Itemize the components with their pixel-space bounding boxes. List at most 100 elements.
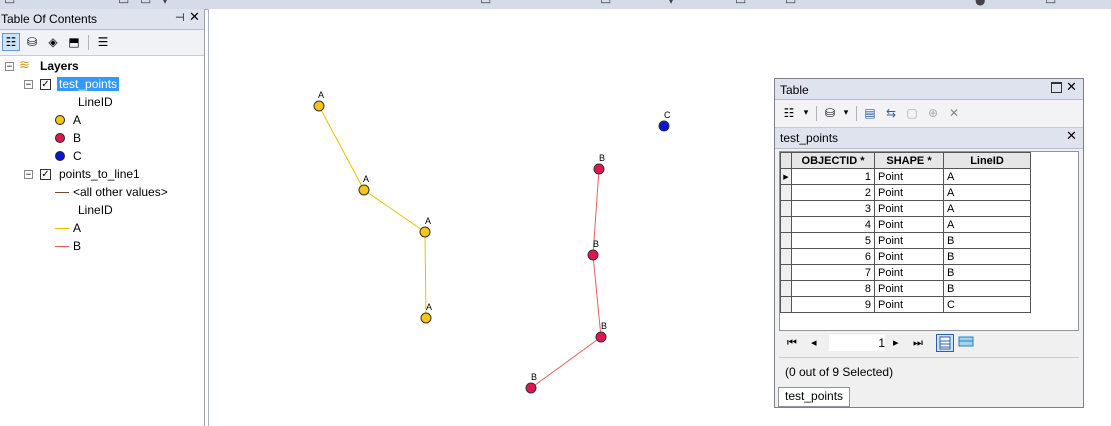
row-selector[interactable]: [780, 296, 792, 313]
list-by-visibility-icon[interactable]: ◈: [44, 33, 62, 51]
list-by-drawing-order-icon[interactable]: ☷: [2, 33, 20, 51]
maximize-icon[interactable]: [1051, 82, 1062, 93]
zoom-to-selected-icon[interactable]: ⊕: [924, 104, 942, 122]
attribute-grid[interactable]: OBJECTID * SHAPE * LineID ▶ 1 Point A 2 Poin…: [779, 151, 1079, 331]
table-row[interactable]: ▶ 1 Point A: [780, 168, 1031, 185]
point-a[interactable]: [358, 184, 370, 196]
select-tool-icon[interactable]: ▭: [735, 0, 746, 7]
cell[interactable]: 9: [791, 296, 875, 313]
layer-name[interactable]: test_points: [57, 77, 120, 91]
table-row[interactable]: 5 Point B: [780, 232, 1031, 249]
clear-selection-icon[interactable]: ▢: [903, 104, 921, 122]
close-icon[interactable]: ✕: [189, 10, 200, 25]
cell[interactable]: 1: [791, 168, 875, 185]
switch-selection-icon[interactable]: ⇆: [882, 104, 900, 122]
delete-selected-icon[interactable]: ✕: [945, 104, 963, 122]
table-row[interactable]: 3 Point A: [780, 200, 1031, 217]
list-by-selection-icon[interactable]: ⬒: [65, 33, 83, 51]
cell[interactable]: 2: [791, 184, 875, 201]
cell[interactable]: Point: [874, 216, 944, 233]
last-record-icon[interactable]: ⏭: [913, 336, 923, 350]
cell[interactable]: 3: [791, 200, 875, 217]
table-row[interactable]: 4 Point A: [780, 216, 1031, 233]
dropdown-arrow-icon[interactable]: ▾: [668, 0, 674, 7]
toolbar-icon[interactable]: ▭: [118, 0, 129, 7]
cell[interactable]: 8: [791, 280, 875, 297]
table-row[interactable]: 9 Point C: [780, 296, 1031, 313]
dropdown-arrow-icon[interactable]: ▾: [162, 0, 168, 7]
table-row[interactable]: 6 Point B: [780, 248, 1031, 265]
row-selector[interactable]: [780, 232, 792, 249]
toolbar-icon[interactable]: ▭: [600, 0, 611, 7]
row-selector[interactable]: [780, 184, 792, 201]
cell[interactable]: Point: [874, 296, 944, 313]
next-record-icon[interactable]: ▸: [893, 336, 899, 349]
point-b[interactable]: [593, 163, 605, 175]
point-a[interactable]: [419, 226, 431, 238]
list-by-source-icon[interactable]: ⛁: [23, 33, 41, 51]
dropdown-arrow-icon[interactable]: ▾: [837, 104, 855, 122]
column-header[interactable]: LineID: [943, 152, 1031, 169]
table-title-bar[interactable]: Table ✕: [775, 79, 1083, 100]
row-selector-header[interactable]: [780, 152, 792, 169]
point-b[interactable]: [587, 249, 599, 261]
point-b[interactable]: [525, 382, 537, 394]
cell[interactable]: Point: [874, 200, 944, 217]
column-header[interactable]: OBJECTID *: [791, 152, 875, 169]
table-tab[interactable]: test_points: [778, 387, 851, 407]
row-selector[interactable]: [780, 248, 792, 265]
show-all-records-button[interactable]: [936, 334, 954, 352]
close-icon[interactable]: ✕: [1066, 129, 1077, 144]
cell[interactable]: A: [943, 216, 1031, 233]
collapse-icon[interactable]: −: [5, 62, 14, 72]
cell[interactable]: B: [943, 248, 1031, 265]
row-selector[interactable]: [780, 280, 792, 297]
toolbar-icon[interactable]: ▭: [4, 0, 15, 7]
first-record-icon[interactable]: ⏮: [787, 336, 797, 350]
close-icon[interactable]: ✕: [1066, 80, 1077, 95]
toolbar-icon[interactable]: ●: [975, 0, 985, 7]
cell[interactable]: B: [943, 232, 1031, 249]
select-by-attributes-icon[interactable]: ▤: [861, 104, 879, 122]
current-record-input[interactable]: 1: [829, 335, 885, 351]
row-selector[interactable]: [780, 216, 792, 233]
options-icon[interactable]: ☰: [94, 33, 112, 51]
toolbar-icon[interactable]: ▭: [140, 0, 151, 7]
cell[interactable]: B: [943, 280, 1031, 297]
cell[interactable]: Point: [874, 168, 944, 185]
cell[interactable]: 6: [791, 248, 875, 265]
collapse-icon[interactable]: −: [24, 80, 33, 90]
cell[interactable]: A: [943, 200, 1031, 217]
cell[interactable]: Point: [874, 264, 944, 281]
table-row[interactable]: 7 Point B: [780, 264, 1031, 281]
layer-visibility-checkbox[interactable]: ✓: [40, 79, 51, 90]
previous-record-icon[interactable]: ◂: [811, 336, 817, 349]
point-b[interactable]: [595, 331, 607, 343]
layer-name[interactable]: points_to_line1: [59, 167, 140, 181]
show-selected-records-button[interactable]: [958, 334, 976, 352]
point-a[interactable]: [420, 312, 432, 324]
cell[interactable]: 5: [791, 232, 875, 249]
cell[interactable]: 7: [791, 264, 875, 281]
line-a[interactable]: [318, 105, 427, 319]
column-header[interactable]: SHAPE *: [874, 152, 944, 169]
point-a[interactable]: [313, 100, 325, 112]
cell[interactable]: Point: [874, 184, 944, 201]
collapse-icon[interactable]: −: [24, 170, 33, 180]
cell[interactable]: Point: [874, 280, 944, 297]
row-selector[interactable]: [780, 200, 792, 217]
toolbar-icon[interactable]: ▭: [785, 0, 796, 7]
point-c[interactable]: [658, 120, 670, 132]
cell[interactable]: B: [943, 264, 1031, 281]
current-row-indicator[interactable]: ▶: [780, 168, 792, 185]
cell[interactable]: Point: [874, 232, 944, 249]
cell[interactable]: Point: [874, 248, 944, 265]
pin-icon[interactable]: ⊣: [175, 11, 185, 24]
dropdown-arrow-icon[interactable]: ▾: [797, 104, 815, 122]
table-row[interactable]: 8 Point B: [780, 280, 1031, 297]
table-row[interactable]: 2 Point A: [780, 184, 1031, 201]
toolbar-icon[interactable]: ▭: [1045, 0, 1056, 7]
table-options-icon[interactable]: ☷: [780, 104, 798, 122]
cell[interactable]: 4: [791, 216, 875, 233]
row-selector[interactable]: [780, 264, 792, 281]
